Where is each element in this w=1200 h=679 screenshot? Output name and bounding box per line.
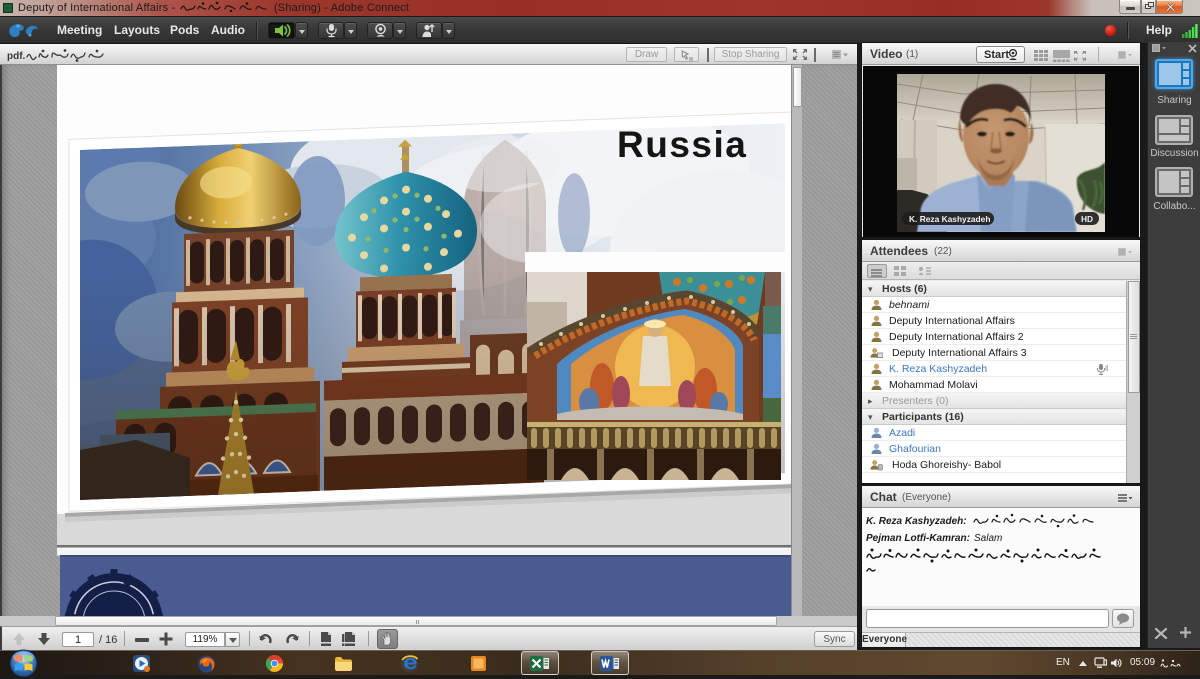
svg-text:HD: HD [1081,214,1093,224]
svg-text:Pejman Lotfi-Kamran:: Pejman Lotfi-Kamran: [866,533,970,544]
svg-text:K. Reza Kashyzadeh:: K. Reza Kashyzadeh: [866,516,967,527]
svg-text:Russia: Russia [617,124,747,165]
svg-text:pdf.: pdf. [7,51,26,62]
svg-text:Salam: Salam [974,533,1002,544]
svg-text:K. Reza Kashyzadeh: K. Reza Kashyzadeh [909,214,990,224]
